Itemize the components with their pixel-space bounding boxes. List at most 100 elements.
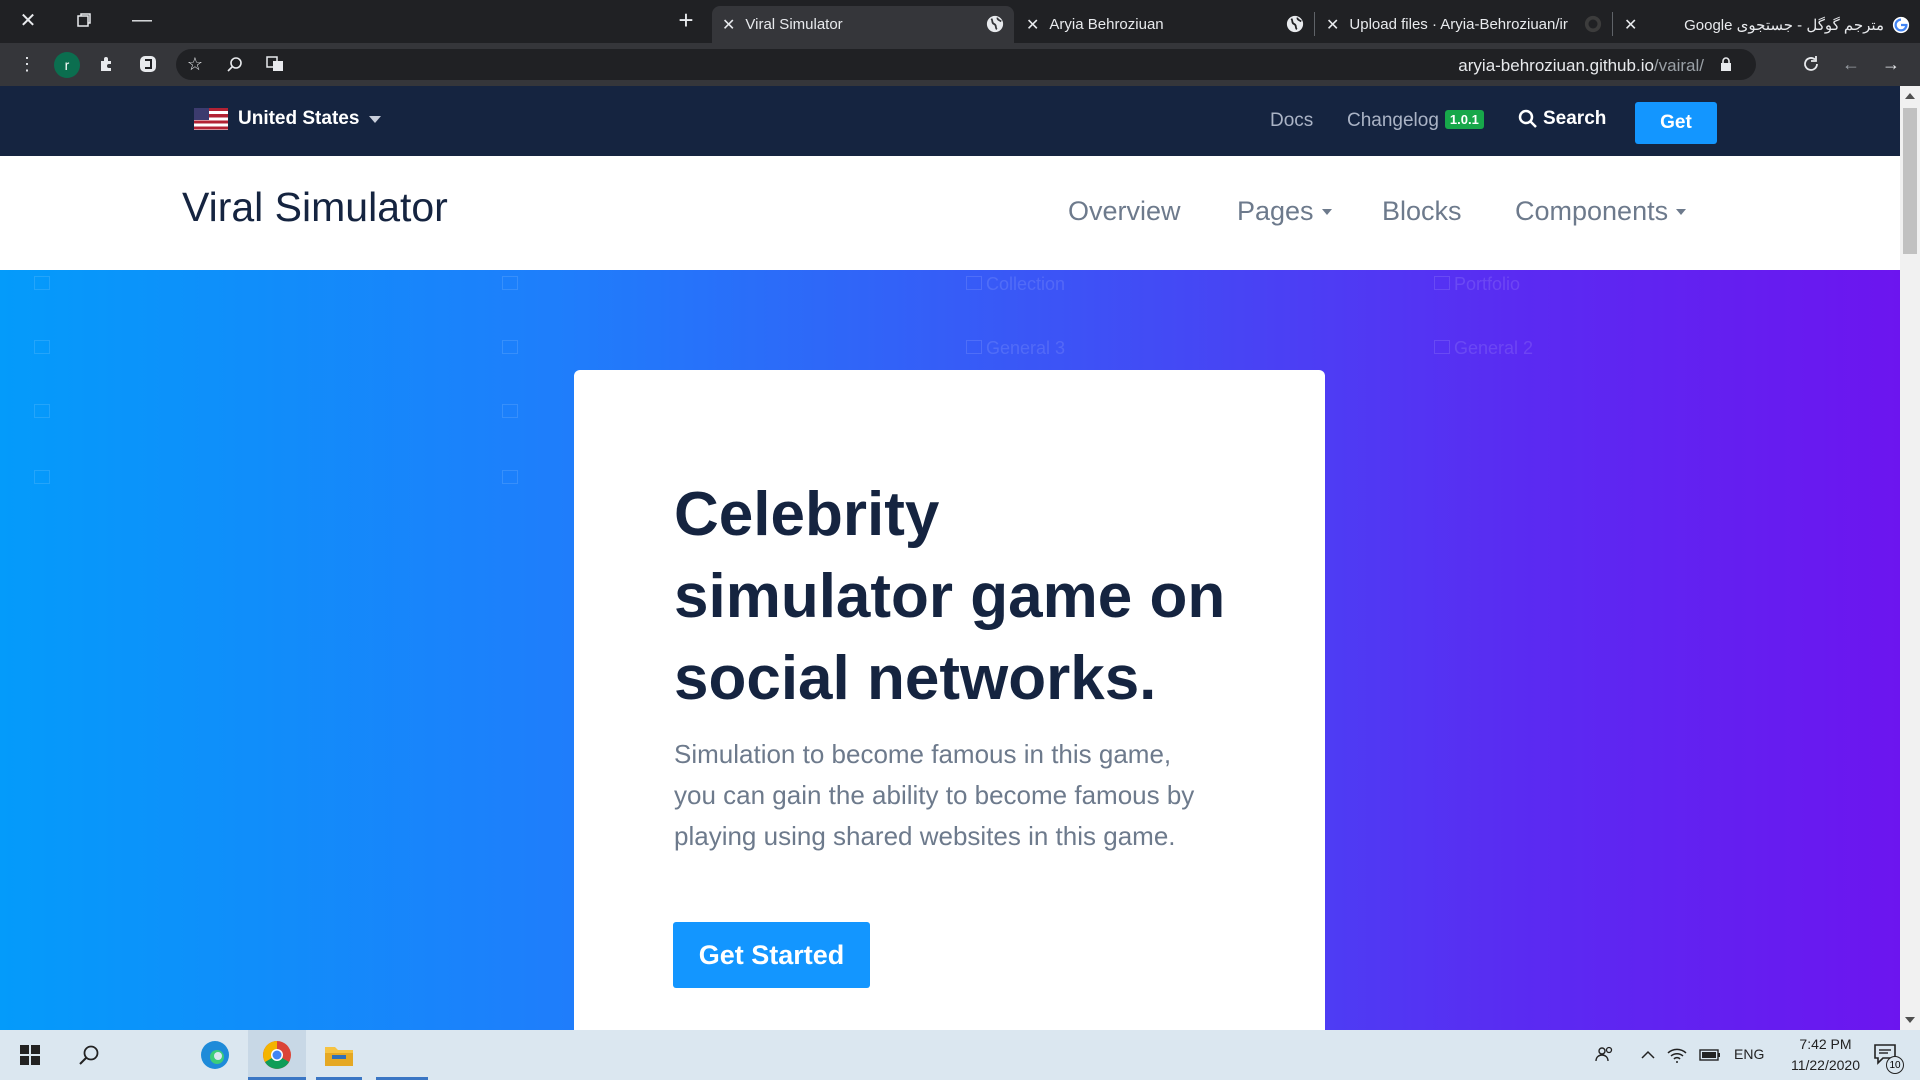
translate-icon[interactable] xyxy=(260,49,290,79)
zoom-icon[interactable] xyxy=(220,49,250,79)
get-started-button[interactable]: Get Started xyxy=(673,922,870,988)
nav-blocks[interactable]: Blocks xyxy=(1382,196,1462,227)
globe-icon xyxy=(986,15,1004,33)
tab-viral-simulator[interactable]: ✕ Viral Simulator xyxy=(712,6,1014,43)
nav-label: Blocks xyxy=(1382,196,1462,226)
nav-overview[interactable]: Overview xyxy=(1068,196,1181,227)
hero-description: Simulation to become famous in this game… xyxy=(674,739,1195,851)
scroll-up-arrow-icon[interactable] xyxy=(1905,93,1915,99)
restore-window-icon[interactable] xyxy=(56,0,112,40)
edge-icon[interactable] xyxy=(186,1030,244,1080)
broken-image-icon xyxy=(34,404,50,418)
bookmark-star-icon[interactable]: ☆ xyxy=(180,49,210,79)
scrollbar-thumb[interactable] xyxy=(1903,108,1917,254)
hero-card: Celebrity simulator game on social netwo… xyxy=(574,370,1325,1030)
forward-arrow-icon[interactable]: → xyxy=(1876,49,1906,79)
broken-image-alt: General 2 xyxy=(1454,338,1534,358)
nav-label: Overview xyxy=(1068,196,1181,226)
version-badge: 1.0.1 xyxy=(1444,110,1484,129)
broken-image-icon xyxy=(1434,276,1450,290)
profile-avatar[interactable]: r xyxy=(54,52,80,78)
file-explorer-icon[interactable] xyxy=(310,1030,368,1080)
search-icon xyxy=(1518,109,1537,128)
nav-label: Components xyxy=(1515,196,1669,226)
battery-icon[interactable] xyxy=(1696,1030,1724,1080)
site-topbar: United States Docs Changelog 1.0.1 Search… xyxy=(0,86,1900,156)
url-text: aryia-behroziuan.github.io/vairal/ xyxy=(1458,56,1704,76)
docs-link[interactable]: Docs xyxy=(1270,110,1313,132)
search-taskbar-icon[interactable] xyxy=(60,1030,118,1080)
clock-date: 11/22/2020 xyxy=(1790,1057,1860,1073)
close-tab-icon[interactable]: ✕ xyxy=(1624,15,1637,35)
windows-taskbar: ENG 7:42 PM 11/22/2020 10 xyxy=(0,1030,1920,1080)
close-window-icon[interactable]: ✕ xyxy=(0,0,56,40)
tab-google-translate[interactable]: مترجم گوگل - جستجوی Google ✕ xyxy=(1614,6,1920,43)
search-label: Search xyxy=(1543,108,1607,129)
tab-upload-files[interactable]: ✕ Upload files · Aryia-Behroziuan/ir xyxy=(1316,6,1612,43)
broken-image-icon xyxy=(966,340,982,354)
broken-image-icon xyxy=(502,276,518,290)
page-scrollbar[interactable] xyxy=(1900,86,1920,1030)
nav-label: Pages xyxy=(1237,196,1314,226)
new-tab-button[interactable]: + xyxy=(670,4,702,36)
wifi-icon[interactable] xyxy=(1664,1030,1690,1080)
url-host: aryia-behroziuan.github.io xyxy=(1458,56,1654,75)
scroll-down-arrow-icon[interactable] xyxy=(1905,1017,1915,1023)
caret-down-icon xyxy=(1676,208,1687,215)
broken-image-icon xyxy=(502,404,518,418)
url-path: /vairal/ xyxy=(1653,56,1704,75)
get-button[interactable]: Get xyxy=(1635,102,1717,144)
menu-dots-icon[interactable]: ⋮ xyxy=(12,49,42,79)
broken-image-icon xyxy=(34,276,50,290)
reload-icon[interactable] xyxy=(1796,49,1826,79)
lock-icon[interactable] xyxy=(1720,57,1732,71)
globe-icon xyxy=(1286,15,1304,33)
caret-down-icon xyxy=(1321,208,1332,215)
country-selector[interactable]: United States xyxy=(194,108,382,130)
hero-title: Celebrity simulator game on social netwo… xyxy=(674,480,1226,713)
tab-title: Aryia Behroziuan xyxy=(1049,16,1164,33)
extension-icon[interactable] xyxy=(133,49,163,79)
broken-image-icon xyxy=(34,470,50,484)
windows-start-icon[interactable] xyxy=(0,1030,60,1080)
google-icon xyxy=(1892,16,1910,33)
nav-components[interactable]: Components xyxy=(1515,196,1687,227)
people-icon[interactable] xyxy=(1590,1030,1620,1080)
chevron-up-icon[interactable] xyxy=(1636,1030,1660,1080)
broken-image-icon xyxy=(34,340,50,354)
back-arrow-icon[interactable]: ← xyxy=(1836,49,1866,79)
browser-toolbar: ⋮ r ☆ aryia-behroziuan.github.io/vairal/… xyxy=(0,43,1920,86)
close-tab-icon[interactable]: ✕ xyxy=(1026,15,1039,35)
address-bar[interactable]: ☆ aryia-behroziuan.github.io/vairal/ xyxy=(176,49,1756,80)
notification-count: 10 xyxy=(1886,1056,1904,1074)
us-flag-icon xyxy=(194,108,228,130)
broken-image-alt: Portfolio xyxy=(1454,274,1521,294)
tab-separator xyxy=(1612,12,1613,36)
hero-section: Collection General 3 Portfolio General 2… xyxy=(0,270,1900,1030)
chrome-icon[interactable] xyxy=(248,1030,306,1080)
broken-image-alt: General 3 xyxy=(986,338,1066,358)
caret-down-icon xyxy=(369,115,382,123)
minimize-window-icon[interactable]: — xyxy=(114,0,170,40)
language-indicator[interactable]: ENG xyxy=(1734,1046,1764,1062)
notification-center-icon[interactable]: 10 xyxy=(1866,1030,1906,1080)
broken-image-icon xyxy=(966,276,982,290)
broken-image-alt: Collection xyxy=(986,274,1066,294)
extensions-icon[interactable] xyxy=(92,49,122,79)
close-tab-icon[interactable]: ✕ xyxy=(1326,15,1339,35)
changelog-label: Changelog xyxy=(1347,110,1439,131)
system-clock[interactable]: 7:42 PM 11/22/2020 xyxy=(1791,1034,1860,1076)
broken-image-icon xyxy=(502,340,518,354)
tab-title: مترجم گوگل - جستجوی Google xyxy=(1684,16,1884,34)
search-button[interactable]: Search xyxy=(1518,108,1606,130)
changelog-link[interactable]: Changelog 1.0.1 xyxy=(1347,110,1484,132)
main-navbar: Viral Simulator Overview Pages Blocks Co… xyxy=(0,156,1900,270)
browser-tab-strip: ✕ — + ✕ Viral Simulator ✕ Aryia Behroziu… xyxy=(0,0,1920,43)
github-icon xyxy=(1584,15,1602,33)
close-tab-icon[interactable]: ✕ xyxy=(722,15,735,35)
country-label: United States xyxy=(238,108,360,129)
brand-logo[interactable]: Viral Simulator xyxy=(182,184,448,231)
nav-pages[interactable]: Pages xyxy=(1237,196,1332,227)
tab-title: Viral Simulator xyxy=(745,16,843,33)
tab-aryia-behroziuan[interactable]: ✕ Aryia Behroziuan xyxy=(1016,6,1314,43)
